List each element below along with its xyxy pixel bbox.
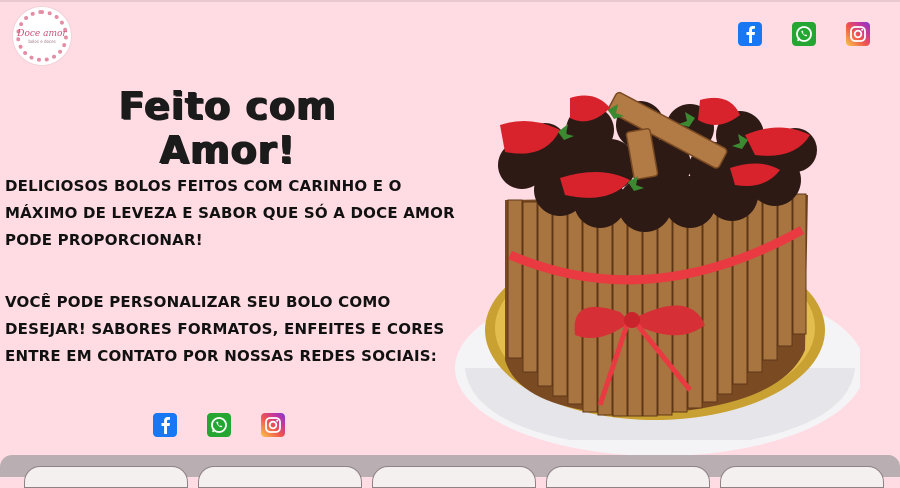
whatsapp-icon[interactable] [207, 413, 231, 437]
gallery-thumbnail[interactable] [720, 466, 884, 488]
gallery-thumbnail[interactable] [372, 466, 536, 488]
instagram-icon[interactable] [846, 22, 870, 46]
logo-script-text: Doce amor [17, 28, 67, 39]
hero-title: Feito com Amor! [119, 84, 337, 172]
instagram-icon[interactable] [261, 413, 285, 437]
cake-image [455, 91, 860, 456]
gallery-thumbnail[interactable] [198, 466, 362, 488]
header-social-links [738, 22, 870, 46]
hero-social-links [153, 413, 285, 437]
hero-paragraph-1: Deliciosos bolos feitos com carinho e o … [5, 177, 455, 249]
logo[interactable]: Doce amor bolos e doces [13, 7, 71, 65]
facebook-icon[interactable] [738, 22, 762, 46]
top-border [0, 0, 900, 2]
hero-paragraph-2: Você pode personalizar seu bolo como des… [5, 293, 445, 365]
gallery-thumbnail[interactable] [546, 466, 710, 488]
gallery-strip [0, 455, 900, 488]
whatsapp-icon[interactable] [792, 22, 816, 46]
facebook-icon[interactable] [153, 413, 177, 437]
gallery-thumbnail[interactable] [24, 466, 188, 488]
logo-subtext: bolos e doces [28, 38, 56, 44]
